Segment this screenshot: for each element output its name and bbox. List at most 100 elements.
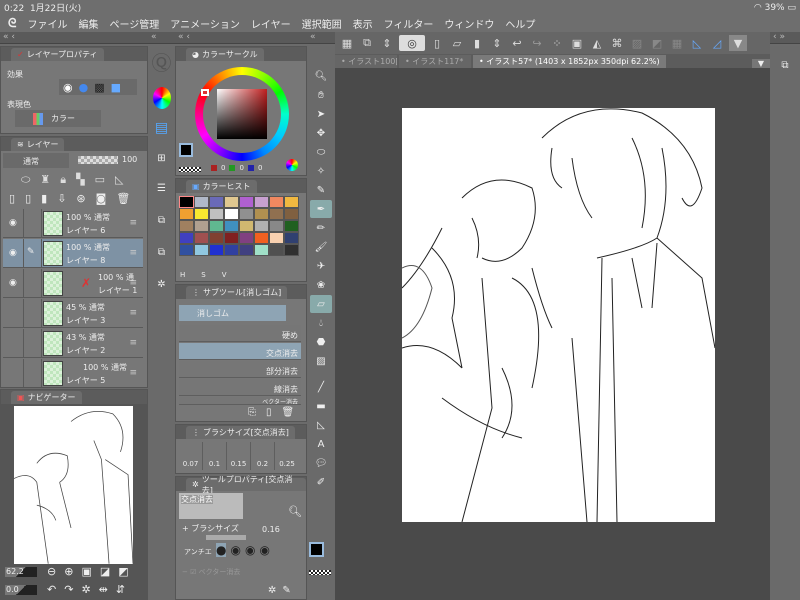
pen-tool-icon[interactable]: ✒ [310,200,332,218]
color-swatch[interactable] [239,196,254,208]
color-swatch[interactable] [269,232,284,244]
menu-view[interactable]: 表示 [353,16,373,31]
subtool-item[interactable]: 部分消去 [179,361,301,378]
blend-tool-icon[interactable]: 💧︎ [310,314,332,332]
lock-alpha-icon[interactable]: ▚ [76,173,84,187]
layer-menu-icon[interactable]: ≡ [129,278,137,288]
menu-help[interactable]: ヘルプ [505,16,535,31]
workspace-icon[interactable]: ⧉ [359,35,375,51]
approximate-color-icon[interactable]: ☰ [151,179,173,197]
figure-tool-icon[interactable]: ╱ [310,378,332,396]
subtool-item[interactable]: ベクター消去 [179,397,301,405]
layer-row[interactable]: ◉ ✎ 100 % 通常 レイヤー 8 ≡ [3,239,143,268]
frame-tool-icon[interactable]: ▬ [310,397,332,415]
color-swatch[interactable] [224,220,239,232]
zoom-slider[interactable]: 62.2 [5,567,37,577]
canvas-tab-active[interactable]: • イラスト57* (1403 x 1852px 350dpi 62.2%) [473,55,666,68]
save-options-icon[interactable]: ⇕ [489,35,505,51]
color-swatch[interactable] [179,220,194,232]
brush-size-option[interactable]: 0.1 [203,442,227,470]
color-swatch[interactable] [239,244,254,256]
intermediate-color-icon[interactable]: ⊞ [151,149,173,167]
color-swatch[interactable] [254,208,269,220]
dock-collapse-bar[interactable]: « [307,32,335,44]
antialias-none-icon[interactable]: ● [216,543,227,557]
brush-size-slider[interactable] [206,535,246,540]
color-swatch[interactable] [284,244,299,256]
fill-selection-icon[interactable]: ◭ [589,35,605,51]
menu-filter[interactable]: フィルター [384,16,434,31]
layer-menu-icon[interactable]: ≡ [129,248,137,258]
transparent-indicator[interactable] [309,570,331,575]
color-circle-tab-icon[interactable] [152,87,171,109]
color-swatch[interactable] [269,196,284,208]
dock-expand-bar[interactable]: ‹ » [770,32,800,44]
app-logo-icon[interactable]: ᘓ [8,16,16,31]
eye-icon[interactable]: ◉ [9,218,17,228]
lock-icon[interactable]: 🔒︎ [60,173,66,187]
open-file-icon[interactable]: ▱ [449,35,465,51]
fit-window-icon[interactable]: ◩ [118,565,128,578]
color-swatch[interactable] [269,208,284,220]
color-swatch[interactable] [194,220,209,232]
color-swatch[interactable] [224,232,239,244]
color-swatch[interactable] [269,244,284,256]
canvas-page[interactable] [401,108,716,523]
color-swatch[interactable] [254,196,269,208]
command-bar-more-icon[interactable]: ▼ [729,35,747,51]
dock-collapse-bar[interactable]: « ‹ [0,32,148,44]
zoom-tool-icon[interactable]: 🔍︎ [310,67,332,85]
snap-grid-icon[interactable]: ▦ [669,35,685,51]
color-swatch[interactable] [239,232,254,244]
zoom-in-icon[interactable]: ⊕ [64,565,73,578]
rotate-left-icon[interactable]: ↶ [47,583,56,596]
layer-row[interactable]: 100 % 通常 レイヤー 5 ≡ [3,359,143,387]
color-swatch[interactable] [179,196,194,208]
layer-menu-icon[interactable]: ≡ [129,308,137,318]
canvas-area[interactable] [335,68,770,600]
dock-collapse-bar[interactable]: « ‹ [175,32,307,44]
blend-mode-select[interactable]: 通常 [3,153,69,168]
hand-tool-icon[interactable]: ✋︎ [310,86,332,104]
color-swatch[interactable] [209,196,224,208]
hue-ring[interactable] [195,67,289,161]
color-swatch[interactable] [179,244,194,256]
fit-icon[interactable]: ▣ [81,565,91,578]
move-tool-icon[interactable]: ✥ [310,124,332,142]
spin-icon[interactable]: ⇕ [379,35,395,51]
tool-detail-icon[interactable]: 🔍︎ [288,505,302,518]
brush-size-option[interactable]: 0.25 [275,442,299,470]
color-swatch[interactable] [194,196,209,208]
correct-line-tool-icon[interactable]: ✐ [310,473,332,491]
transform-icon[interactable]: ▣ [569,35,585,51]
main-color-swatch[interactable] [179,143,193,157]
color-swatch[interactable] [239,208,254,220]
color-swatch[interactable] [254,220,269,232]
color-swatch[interactable] [254,244,269,256]
expression-color-select[interactable]: カラー [15,110,101,127]
grid-layout-icon[interactable]: ▦ [339,35,355,51]
snap-special-ruler-icon[interactable]: ◺ [689,35,705,51]
brush-size-option[interactable]: 0.15 [227,442,251,470]
transparent-color-swatch[interactable] [179,167,201,172]
subtool-item[interactable]: 硬め [179,325,301,342]
layer-row[interactable]: ◉ ✗ 100 % 通レイヤー 1 ≡ [3,269,143,298]
clip-icon[interactable]: ⬭ [21,173,30,187]
new-raster-layer-icon[interactable]: ▯ [9,192,15,205]
menu-layer[interactable]: レイヤー [251,16,291,31]
color-swatch[interactable] [179,208,194,220]
snap-perspective-icon[interactable]: ◿ [709,35,725,51]
color-swatch[interactable] [224,244,239,256]
layer-menu-icon[interactable]: ≡ [129,368,137,378]
opacity-value[interactable]: 100 [122,155,137,164]
quick-access-icon[interactable]: Ⓠ [151,47,173,75]
layer-row[interactable]: 43 % 通常 レイヤー 2 ≡ [3,329,143,358]
reference-icon[interactable]: ♜ [40,173,50,187]
brush-tab-icon[interactable]: ⧉ [151,243,173,261]
opacity-slider[interactable] [78,156,118,164]
new-file-icon[interactable]: ▯ [429,35,445,51]
material-panel-icon[interactable]: ⧉ [774,56,796,74]
color-swatch[interactable] [284,220,299,232]
hide-selection-icon[interactable]: ▨ [629,35,645,51]
flip-vertical-icon[interactable]: ⇵ [116,583,125,596]
